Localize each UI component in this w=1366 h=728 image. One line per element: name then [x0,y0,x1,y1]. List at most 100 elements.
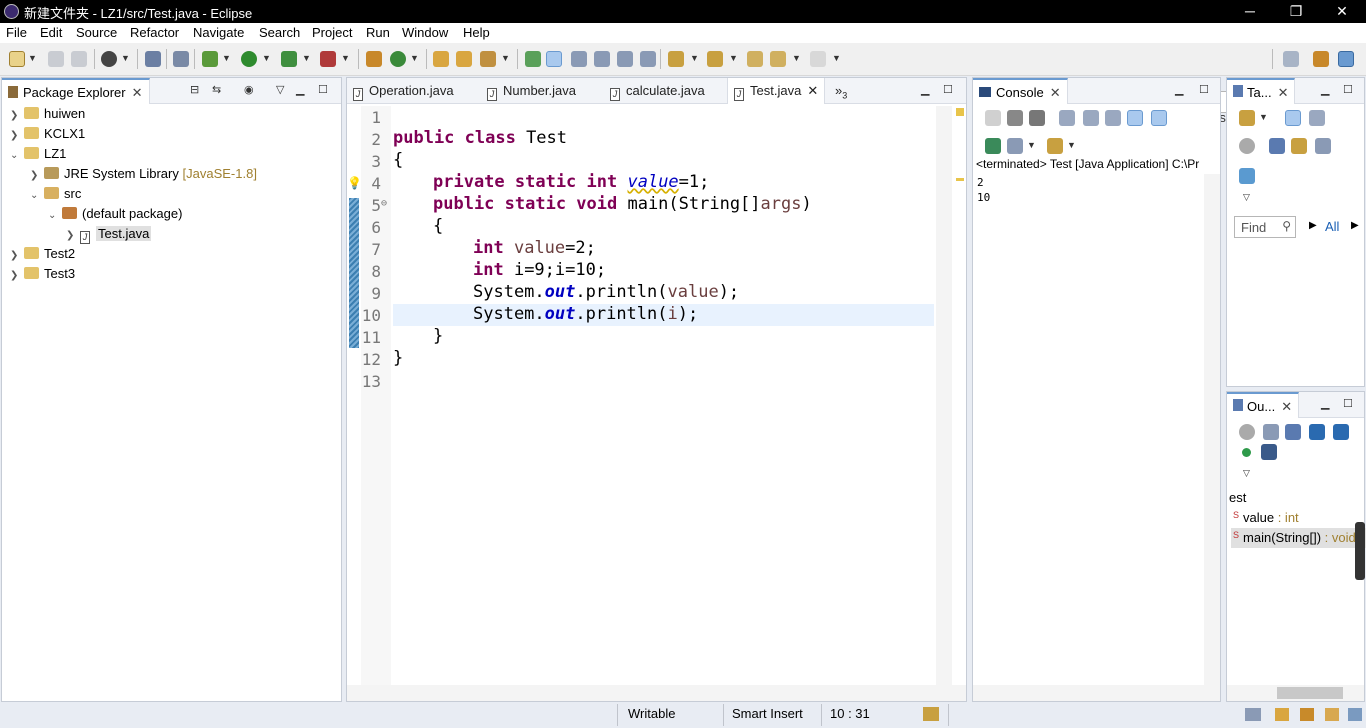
all-link[interactable]: All [1325,219,1339,234]
minimize-view-icon[interactable]: ▁ [1321,83,1329,96]
open-console-icon[interactable] [1047,138,1063,154]
tree-item-test3[interactable]: ❯ Test3 [10,266,75,281]
tree-item-test2[interactable]: ❯ Test2 [10,246,75,261]
console-output[interactable]: 2 10 [973,174,1220,685]
tab-operation-java[interactable]: J Operation.java [347,78,460,104]
collapse-all-icon[interactable]: ⊟ [190,83,199,96]
tab-package-explorer[interactable]: Package Explorer ✕ [2,78,150,104]
new-java-project-icon[interactable] [366,51,382,67]
sort-icon[interactable] [1285,424,1301,440]
prev-annotation-icon[interactable] [707,51,723,67]
debug-icon[interactable] [202,51,218,67]
minimize-view-icon[interactable]: ▁ [921,83,929,96]
public-members-icon[interactable] [1242,448,1251,457]
minimize-view-icon[interactable]: ▁ [1321,397,1329,410]
maximize-view-icon[interactable]: ☐ [1343,83,1353,96]
save-icon[interactable] [48,51,64,67]
mark-occurrences-icon[interactable] [546,51,562,67]
tab-console[interactable]: Console ✕ [973,78,1068,104]
open-type-icon[interactable] [433,51,449,67]
skip-breakpoints-icon[interactable] [173,51,189,67]
forward-icon[interactable] [810,51,826,67]
close-icon[interactable]: ✕ [1050,85,1061,100]
outline-horizontal-scrollbar[interactable] [1227,685,1364,701]
coverage-dropdown-icon[interactable]: ▼ [302,53,311,63]
close-button[interactable]: ✕ [1319,0,1365,23]
next-annotation-dropdown-icon[interactable]: ▼ [690,53,699,63]
tab-number-java[interactable]: J Number.java [481,78,582,104]
minimize-view-icon[interactable]: ▁ [296,83,304,96]
search-icon[interactable] [480,51,496,67]
maximize-view-icon[interactable]: ☐ [318,83,328,96]
menu-run[interactable]: Run [366,25,390,40]
last-edit-icon[interactable] [747,51,763,67]
external-tools-dropdown-icon[interactable]: ▼ [341,53,350,63]
next-icon[interactable]: ▶ [1351,220,1359,231]
terminate-icon[interactable] [985,110,1001,126]
menu-search[interactable]: Search [259,25,300,40]
tab-outline[interactable]: Ou... ✕ [1227,392,1300,418]
maximize-button[interactable]: ❐ [1273,0,1319,23]
remove-launch-icon[interactable] [1007,110,1023,126]
tab-task-list[interactable]: Ta... ✕ [1227,78,1296,104]
tree-item-jre-library[interactable]: ❯ JRE System Library [JavaSE-1.8] [30,166,257,181]
view-menu-icon[interactable]: ▽ [276,83,284,96]
toggle-mark-icon[interactable] [525,51,541,67]
hide-completed-icon[interactable] [1269,138,1285,154]
close-icon[interactable]: ✕ [1278,85,1289,100]
new-class-icon[interactable] [390,51,406,67]
block-selection-icon[interactable] [571,51,587,67]
scroll-indicator[interactable] [1355,522,1365,580]
tree-item-test-java[interactable]: ❯ J Test.java [66,226,152,244]
tab-test-java[interactable]: J Test.java ✕ [727,78,826,104]
tip-icon[interactable] [1325,708,1339,721]
progress-icon[interactable] [923,707,939,721]
new-task-icon[interactable] [1239,110,1255,126]
outline-class[interactable]: est [1229,490,1246,505]
learn-icon[interactable] [1300,708,1314,721]
terminal-icon[interactable] [145,51,161,67]
console-vertical-scrollbar[interactable] [1204,174,1220,685]
debug-dropdown-icon[interactable]: ▼ [222,53,231,63]
book-icon[interactable] [1275,708,1289,721]
next-annotation-icon[interactable] [668,51,684,67]
open-perspective-icon[interactable] [1283,51,1299,67]
categorized-icon[interactable] [1285,110,1301,126]
profile-icon[interactable] [101,51,117,67]
new-class-dropdown-icon[interactable]: ▼ [410,53,419,63]
word-wrap-icon[interactable] [1105,110,1121,126]
tree-item-kclx1[interactable]: ❯ KCLX1 [10,126,85,141]
scheduled-icon[interactable] [1309,110,1325,126]
fold-icon[interactable]: ⊖ [381,198,387,209]
tasks-icon[interactable] [1245,708,1261,721]
tree-item-default-package[interactable]: ⌄ (default package) [48,206,182,221]
save-all-icon[interactable] [71,51,87,67]
focus-workweek-icon[interactable] [1239,138,1255,154]
menu-help[interactable]: Help [463,25,490,40]
run-icon[interactable] [241,51,257,67]
outline-member-main[interactable]: Smain(String[]) : void [1231,528,1366,548]
tree-item-huiwen[interactable]: ❯ huiwen [10,106,85,121]
open-task-icon[interactable] [456,51,472,67]
profile-dropdown-icon[interactable]: ▼ [121,53,130,63]
minimize-button[interactable]: ─ [1227,0,1273,23]
menu-file[interactable]: File [6,25,27,40]
open-console-dropdown-icon[interactable]: ▼ [1067,140,1076,150]
minimize-view-icon[interactable]: ▁ [1175,83,1183,96]
forward-dropdown-icon[interactable]: ▼ [832,53,841,63]
menu-source[interactable]: Source [76,25,117,40]
back-dropdown-icon[interactable]: ▼ [792,53,801,63]
repository-icon[interactable] [1239,168,1255,184]
link-editor-icon[interactable]: ⇆ [212,83,221,96]
new-icon[interactable] [9,51,25,67]
menu-refactor[interactable]: Refactor [130,25,179,40]
menu-navigate[interactable]: Navigate [193,25,244,40]
console-horizontal-scrollbar[interactable] [973,685,1220,701]
run-dropdown-icon[interactable]: ▼ [262,53,271,63]
view-menu-icon[interactable]: ▽ [1243,468,1250,479]
clear-console-icon[interactable] [1059,110,1075,126]
search-dropdown-icon[interactable]: ▼ [501,53,510,63]
find-input[interactable]: Find ⚲ [1234,216,1296,238]
focus-icon[interactable] [1239,424,1255,440]
maximize-view-icon[interactable]: ☐ [943,83,953,96]
